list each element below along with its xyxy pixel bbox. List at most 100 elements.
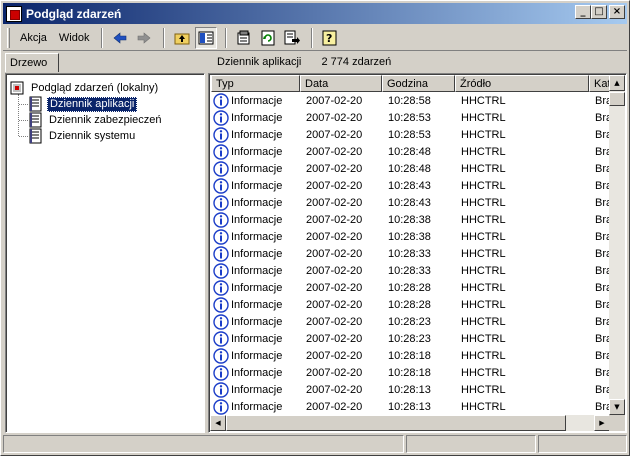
cell-source: HHCTRL: [461, 315, 506, 328]
table-row[interactable]: Informacje 2007-02-20 10:28:23 HHCTRL Bra: [211, 330, 611, 347]
scroll-right-button[interactable]: ▶: [594, 415, 610, 431]
cell-type-text: Informacje: [231, 247, 283, 260]
horizontal-scrollbar[interactable]: ◀ ▶: [210, 415, 610, 431]
table-row[interactable]: Informacje 2007-02-20 10:28:48 HHCTRL Bra: [211, 160, 611, 177]
title-bar[interactable]: Podgląd zdarzeń _ □ ×: [3, 3, 627, 24]
cell-type-text: Informacje: [231, 332, 283, 345]
column-header-time[interactable]: Godzina: [382, 75, 455, 92]
tree-item-system-log[interactable]: Dziennik systemu: [28, 128, 137, 144]
cell-time: 10:28:53: [388, 111, 431, 124]
cell-time: 10:28:28: [388, 298, 431, 311]
information-icon: [213, 245, 229, 262]
cell-type: Informacje: [211, 330, 300, 347]
menu-action[interactable]: Akcja: [14, 30, 53, 46]
tree-item-application-log[interactable]: Dziennik aplikacji: [28, 96, 138, 112]
cell-time: 10:28:13: [388, 400, 431, 413]
cell-type-text: Informacje: [231, 162, 283, 175]
properties-button[interactable]: [233, 27, 255, 49]
column-header-category[interactable]: Kat: [589, 75, 611, 92]
svg-text:?: ?: [326, 32, 332, 45]
help-icon: ?: [322, 30, 337, 45]
cell-time: 10:28:18: [388, 366, 431, 379]
cell-category: Bra: [595, 366, 611, 379]
information-icon: [213, 92, 229, 109]
cell-type: Informacje: [211, 398, 300, 415]
column-header-source[interactable]: Źródło: [455, 75, 589, 92]
cell-type-text: Informacje: [231, 196, 283, 209]
scroll-down-button[interactable]: ▼: [609, 399, 625, 415]
table-row[interactable]: Informacje 2007-02-20 10:28:28 HHCTRL Bra: [211, 296, 611, 313]
table-row[interactable]: Informacje 2007-02-20 10:28:38 HHCTRL Bra: [211, 228, 611, 245]
cell-category: Bra: [595, 349, 611, 362]
cell-type: Informacje: [211, 109, 300, 126]
table-row[interactable]: Informacje 2007-02-20 10:28:33 HHCTRL Bra: [211, 245, 611, 262]
horizontal-scroll-thumb[interactable]: [226, 415, 566, 431]
information-icon: [213, 381, 229, 398]
cell-date: 2007-02-20: [306, 366, 363, 379]
table-row[interactable]: Informacje 2007-02-20 10:28:13 HHCTRL Bra: [211, 398, 611, 415]
table-row[interactable]: Informacje 2007-02-20 10:28:43 HHCTRL Bra: [211, 194, 611, 211]
cell-source: HHCTRL: [461, 213, 506, 226]
cell-date: 2007-02-20: [306, 383, 363, 396]
information-icon: [213, 398, 229, 415]
table-row[interactable]: Informacje 2007-02-20 10:28:18 HHCTRL Bra: [211, 347, 611, 364]
column-header-type[interactable]: Typ: [211, 75, 300, 92]
log-book-icon: [29, 112, 42, 128]
event-viewer-window: Podgląd zdarzeń _ □ × Akcja Widok ? Drze…: [0, 0, 630, 456]
tab-tree[interactable]: Drzewo: [5, 53, 59, 72]
cell-category: Bra: [595, 196, 611, 209]
back-button[interactable]: [109, 27, 131, 49]
cell-type: Informacje: [211, 313, 300, 330]
table-row[interactable]: Informacje 2007-02-20 10:28:53 HHCTRL Bra: [211, 126, 611, 143]
cell-source: HHCTRL: [461, 145, 506, 158]
minimize-button[interactable]: _: [575, 5, 591, 19]
table-row[interactable]: Informacje 2007-02-20 10:28:23 HHCTRL Bra: [211, 313, 611, 330]
information-icon: [213, 330, 229, 347]
cell-time: 10:28:43: [388, 196, 431, 209]
properties-icon: [237, 30, 250, 44]
cell-source: HHCTRL: [461, 366, 506, 379]
cell-time: 10:28:28: [388, 281, 431, 294]
cell-type-text: Informacje: [231, 281, 283, 294]
table-row[interactable]: Informacje 2007-02-20 10:28:43 HHCTRL Bra: [211, 177, 611, 194]
refresh-button[interactable]: [257, 27, 279, 49]
table-row[interactable]: Informacje 2007-02-20 10:28:13 HHCTRL Bra: [211, 381, 611, 398]
cell-time: 10:28:38: [388, 213, 431, 226]
table-row[interactable]: Informacje 2007-02-20 10:28:33 HHCTRL Bra: [211, 262, 611, 279]
cell-date: 2007-02-20: [306, 196, 363, 209]
list-header-info: Dziennik aplikacji 2 774 zdarzeń: [213, 52, 395, 72]
up-one-level-button[interactable]: [171, 27, 193, 49]
information-icon: [213, 160, 229, 177]
cell-type: Informacje: [211, 347, 300, 364]
cell-type-text: Informacje: [231, 145, 283, 158]
cell-date: 2007-02-20: [306, 94, 363, 107]
table-row[interactable]: Informacje 2007-02-20 10:28:58 HHCTRL Bra: [211, 92, 611, 109]
table-row[interactable]: Informacje 2007-02-20 10:28:18 HHCTRL Bra: [211, 364, 611, 381]
close-button[interactable]: ×: [609, 5, 625, 19]
column-header-date[interactable]: Data: [300, 75, 382, 92]
menu-view[interactable]: Widok: [53, 30, 96, 46]
export-list-button[interactable]: [281, 27, 303, 49]
toolbar-grip[interactable]: [7, 27, 10, 48]
table-row[interactable]: Informacje 2007-02-20 10:28:48 HHCTRL Bra: [211, 143, 611, 160]
cell-source: HHCTRL: [461, 247, 506, 260]
forward-button[interactable]: [133, 27, 155, 49]
cell-type: Informacje: [211, 126, 300, 143]
table-row[interactable]: Informacje 2007-02-20 10:28:38 HHCTRL Bra: [211, 211, 611, 228]
vertical-scroll-thumb[interactable]: [609, 92, 625, 106]
tree-root-item[interactable]: Podgląd zdarzeń (lokalny): [10, 80, 160, 96]
log-book-icon: [29, 96, 42, 112]
vertical-scrollbar[interactable]: ▲ ▼: [609, 75, 625, 415]
scroll-left-button[interactable]: ◀: [210, 415, 226, 431]
information-icon: [213, 228, 229, 245]
scroll-up-button[interactable]: ▲: [609, 75, 625, 91]
table-row[interactable]: Informacje 2007-02-20 10:28:53 HHCTRL Bra: [211, 109, 611, 126]
show-hide-tree-button[interactable]: [195, 26, 218, 49]
table-row[interactable]: Informacje 2007-02-20 10:28:28 HHCTRL Bra: [211, 279, 611, 296]
help-button[interactable]: ?: [319, 27, 341, 49]
cell-type-text: Informacje: [231, 349, 283, 362]
tree-item-security-log[interactable]: Dziennik zabezpieczeń: [28, 112, 164, 128]
cell-source: HHCTRL: [461, 196, 506, 209]
tree-item-label: Dziennik aplikacji: [47, 96, 138, 112]
maximize-button[interactable]: □: [591, 5, 607, 19]
